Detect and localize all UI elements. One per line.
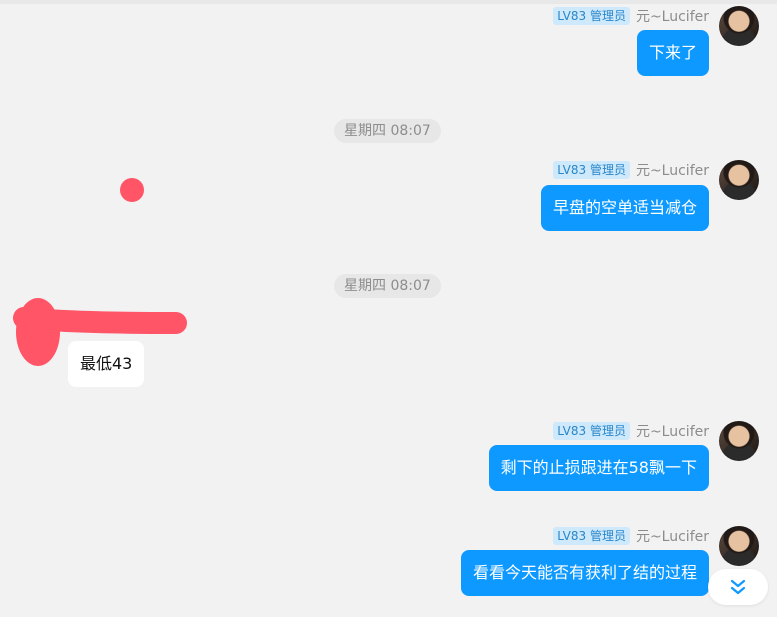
message-row: LV83 管理员 元~Lucifer 下来了 xyxy=(259,6,759,80)
red-scribble-overlay xyxy=(13,178,187,366)
role-badge: LV83 管理员 xyxy=(553,527,630,545)
sender-name[interactable]: 元~Lucifer xyxy=(636,6,709,26)
sender-meta: LV83 管理员 元~Lucifer xyxy=(553,6,709,26)
red-stroke-mark xyxy=(13,307,187,334)
scroll-to-bottom-button[interactable] xyxy=(708,569,768,605)
sender-name[interactable]: 元~Lucifer xyxy=(636,160,709,180)
message-row: LV83 管理员 元~Lucifer 剩下的止损跟进在58飘一下 xyxy=(259,421,759,495)
role-badge: LV83 管理员 xyxy=(553,161,630,179)
user-avatar-icon[interactable] xyxy=(719,6,759,46)
message-row: LV83 管理员 元~Lucifer 看看今天能否有获利了结的过程 xyxy=(259,526,759,600)
role-badge: LV83 管理员 xyxy=(553,7,630,25)
incoming-message-bubble[interactable]: 最低43 xyxy=(68,341,145,387)
message-bubble[interactable]: 剩下的止损跟进在58飘一下 xyxy=(488,445,709,491)
red-blot-mark xyxy=(16,298,60,366)
sender-name[interactable]: 元~Lucifer xyxy=(636,526,709,546)
message-bubble[interactable]: 下来了 xyxy=(636,30,709,76)
red-dot-mark xyxy=(120,178,144,202)
user-avatar-icon[interactable] xyxy=(719,526,759,566)
top-divider xyxy=(0,0,777,4)
sender-name[interactable]: 元~Lucifer xyxy=(636,421,709,441)
sender-meta: LV83 管理员 元~Lucifer xyxy=(553,421,709,441)
sender-meta: LV83 管理员 元~Lucifer xyxy=(553,526,709,546)
timestamp-divider: 星期四 08:07 xyxy=(334,274,441,298)
double-chevron-down-icon xyxy=(730,579,746,595)
message-bubble[interactable]: 看看今天能否有获利了结的过程 xyxy=(460,550,709,596)
user-avatar-icon[interactable] xyxy=(719,421,759,461)
user-avatar-icon[interactable] xyxy=(719,160,759,200)
role-badge: LV83 管理员 xyxy=(553,422,630,440)
message-bubble[interactable]: 早盘的空单适当减仓 xyxy=(540,185,709,231)
timestamp-divider: 星期四 08:07 xyxy=(334,119,441,143)
sender-meta: LV83 管理员 元~Lucifer xyxy=(553,160,709,180)
message-row: LV83 管理员 元~Lucifer 早盘的空单适当减仓 xyxy=(259,160,759,234)
